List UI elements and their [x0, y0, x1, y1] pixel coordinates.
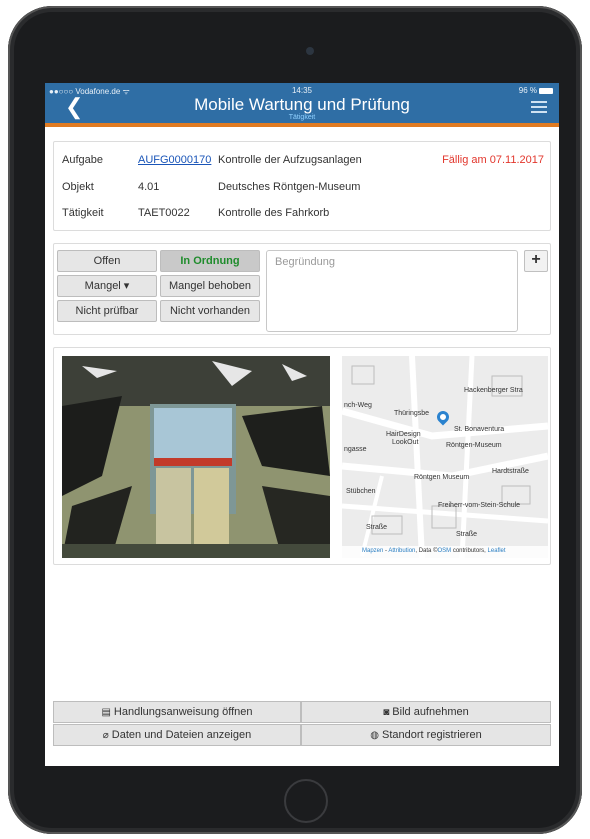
location-map[interactable]: Hackenberger Stra Thüringsbe nch-Weg Hai…: [342, 356, 548, 558]
take-photo-button[interactable]: ◙ Bild aufnehmen: [301, 701, 551, 723]
map-attribution: Mapzen - Attribution, Data ©OSM contribu…: [342, 546, 548, 558]
map-label: nch-Weg: [344, 402, 372, 409]
info-label: Objekt: [62, 181, 94, 193]
info-code: TAET0022: [138, 207, 190, 219]
status-battery: 96 %: [519, 86, 553, 95]
status-nicht-pruefbar-button[interactable]: Nicht prüfbar: [57, 300, 157, 322]
task-link[interactable]: AUFG0000170: [138, 154, 211, 166]
map-label: ngasse: [344, 446, 367, 453]
list-icon: ▤: [101, 707, 111, 718]
elevator-photo[interactable]: [62, 356, 330, 558]
map-label: Thüringsbe: [394, 410, 430, 417]
attrib-data: , Data ©: [415, 548, 438, 554]
reason-placeholder: Begründung: [275, 256, 335, 268]
task-info-panel: Aufgabe AUFG0000170 Kontrolle der Aufzug…: [53, 141, 551, 231]
map-label: Röntgen-Museum: [446, 442, 502, 449]
page-subtitle: Tätigkeit: [288, 114, 316, 121]
info-row-aufgabe: Aufgabe AUFG0000170 Kontrolle der Aufzug…: [54, 151, 552, 171]
page-title: Mobile Wartung und Prüfung: [194, 95, 410, 114]
osm-link[interactable]: OSM: [438, 548, 452, 554]
register-location-button[interactable]: ◍ Standort registrieren: [301, 724, 551, 746]
leaflet-link[interactable]: Leaflet: [488, 548, 506, 554]
map-label: HairDesign: [386, 431, 421, 438]
camera-icon: ◙: [383, 707, 390, 718]
info-label: Tätigkeit: [62, 207, 104, 219]
open-instructions-button[interactable]: ▤ Handlungsanweisung öffnen: [53, 701, 301, 723]
info-desc: Kontrolle des Fahrkorb: [218, 207, 330, 219]
map-label: Röntgen Museum: [414, 474, 470, 481]
app-screen: ●●○○○ Vodafone.de ᯤ 14:35 96 % ❮ Mobile …: [45, 83, 559, 766]
status-time: 14:35: [291, 86, 313, 95]
battery-level: 96 %: [518, 86, 537, 95]
reason-textarea[interactable]: Begründung: [266, 250, 518, 332]
open-instructions-label: Handlungsanweisung öffnen: [113, 706, 253, 718]
map-label: Straße: [366, 524, 388, 531]
map-label: Freiherr-vom-Stein-Schule: [438, 502, 521, 509]
map-label: Hackenberger Stra: [464, 387, 523, 394]
front-camera: [306, 47, 314, 55]
info-desc: Deutsches Röntgen-Museum: [218, 181, 361, 193]
show-files-button[interactable]: ⌀ Daten und Dateien anzeigen: [53, 724, 301, 746]
register-location-label: Standort registrieren: [382, 729, 482, 741]
map-label: LookOut: [392, 439, 419, 446]
status-in-ordnung-button[interactable]: In Ordnung: [160, 250, 260, 272]
info-row-objekt: Objekt 4.01 Deutsches Röntgen-Museum: [54, 178, 552, 198]
menu-button[interactable]: [531, 101, 547, 113]
show-files-label: Daten und Dateien anzeigen: [111, 729, 252, 741]
map-label: Hardtstraße: [492, 468, 529, 475]
due-date: Fällig am 07.11.2017: [442, 154, 544, 166]
media-panel: Hackenberger Stra Thüringsbe nch-Weg Hai…: [53, 347, 551, 565]
mapzen-link[interactable]: Mapzen: [362, 548, 383, 554]
status-mangel-dropdown[interactable]: Mangel ▾: [57, 275, 157, 297]
map-label: Straße: [456, 531, 478, 538]
info-code: 4.01: [138, 181, 160, 193]
status-mangel-behoben-button[interactable]: Mangel behoben: [160, 275, 260, 297]
add-button[interactable]: +: [524, 250, 548, 272]
info-row-taetigkeit: Tätigkeit TAET0022 Kontrolle des Fahrkor…: [54, 204, 552, 224]
map-label: St. Bonaventura: [454, 426, 505, 433]
status-nicht-vorhanden-button[interactable]: Nicht vorhanden: [160, 300, 260, 322]
status-offen-button[interactable]: Offen: [57, 250, 157, 272]
map-label: Stübchen: [346, 488, 376, 495]
paperclip-icon: ⌀: [102, 730, 109, 741]
battery-icon: [539, 87, 553, 94]
attribution-link[interactable]: Attribution: [388, 548, 415, 554]
take-photo-label: Bild aufnehmen: [392, 706, 469, 718]
globe-icon: ◍: [370, 730, 380, 741]
hamburger-icon: [531, 101, 547, 103]
home-button[interactable]: [284, 779, 328, 823]
info-label: Aufgabe: [62, 154, 103, 166]
status-panel: Offen In Ordnung Mangel ▾ Mangel behoben…: [53, 243, 551, 335]
info-desc: Kontrolle der Aufzugsanlagen: [218, 154, 362, 166]
nav-bar: ●●○○○ Vodafone.de ᯤ 14:35 96 % ❮ Mobile …: [45, 83, 559, 127]
plus-icon: +: [531, 251, 541, 268]
elevator-photo-image: [62, 356, 330, 558]
attrib-contrib: contributors,: [451, 548, 488, 554]
